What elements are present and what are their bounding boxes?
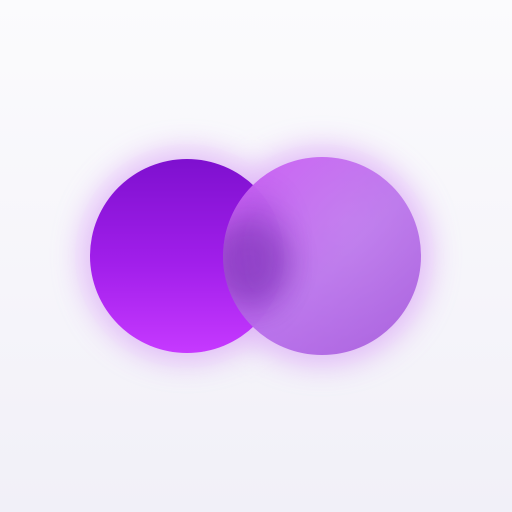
right-circle-highlight [223, 157, 421, 355]
overlapping-circles-logo-icon [75, 144, 434, 368]
app-icon-canvas [0, 0, 512, 512]
